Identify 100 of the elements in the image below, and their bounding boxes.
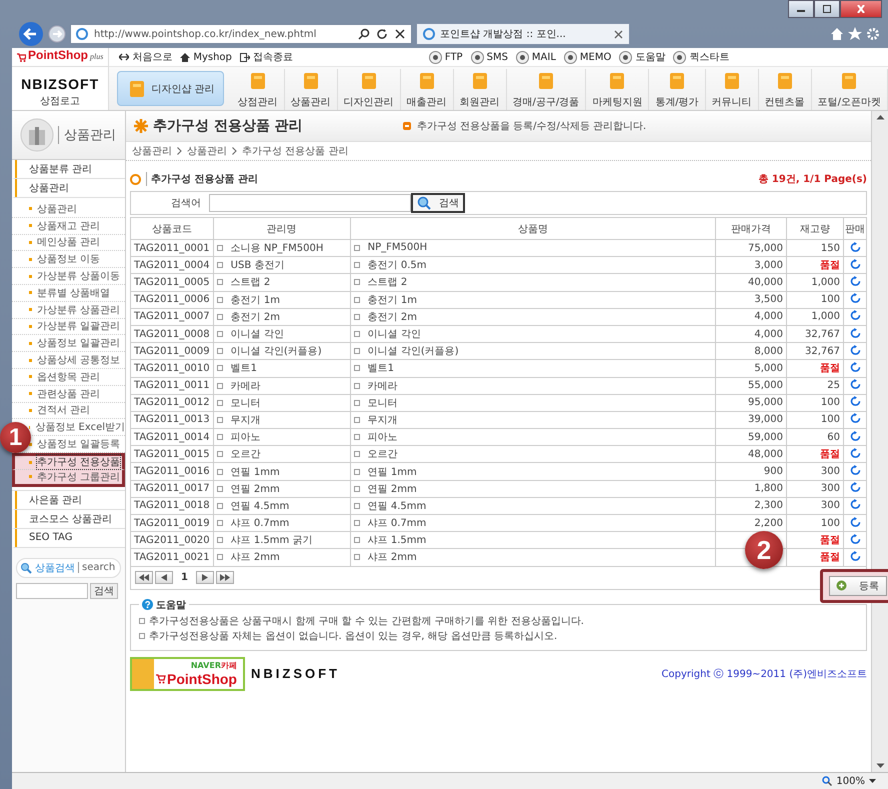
- back-button[interactable]: [18, 21, 44, 47]
- next-page-button[interactable]: [196, 571, 214, 584]
- sidebar-item[interactable]: 견적서 관리: [37, 403, 90, 418]
- table-cell: 3,500: [754, 294, 783, 306]
- up-arrow-icon[interactable]: [876, 114, 884, 120]
- table-cell[interactable]: 무지개: [354, 412, 398, 427]
- table-cell[interactable]: 연필 2mm: [354, 482, 417, 496]
- tool-link[interactable]: MEMO: [564, 50, 612, 64]
- register-button[interactable]: 등록: [829, 576, 887, 596]
- sidebar-item[interactable]: 가상분류 일괄관리: [37, 319, 120, 334]
- top-link[interactable]: 처음으로: [119, 50, 172, 64]
- sidebar-item[interactable]: 상품상세 공통정보: [37, 353, 120, 368]
- search-button[interactable]: 검색: [90, 582, 118, 599]
- table-cell[interactable]: 피아노: [354, 430, 398, 444]
- table-cell[interactable]: 이니셜 각인: [354, 327, 421, 342]
- top-link[interactable]: 접속종료: [240, 50, 293, 64]
- menu-item[interactable]: 포털/오픈마켓: [812, 69, 888, 110]
- table-cell[interactable]: 모니터: [354, 396, 398, 410]
- table-cell[interactable]: 충전기 0.5m: [354, 258, 426, 272]
- menu-item[interactable]: 컨텐츠몰: [758, 69, 812, 110]
- table-cell[interactable]: 충전기 1m: [354, 292, 417, 307]
- sidebar-item[interactable]: 상품정보 일괄등록: [37, 437, 120, 452]
- search-field[interactable]: [16, 582, 88, 599]
- address-bar[interactable]: http://www.pointshop.co.kr/index_new.phtml: [70, 24, 412, 44]
- star-icon[interactable]: [848, 27, 862, 41]
- sidebar-item[interactable]: 가상분류 상품이동: [37, 269, 120, 284]
- tool-link[interactable]: 퀵스타트: [673, 50, 730, 64]
- menu-item[interactable]: 상품관리: [284, 69, 338, 110]
- table-cell[interactable]: 충전기 2m: [354, 310, 417, 324]
- menu-item[interactable]: 경매/공구/경품: [506, 69, 586, 110]
- page-number[interactable]: 1: [175, 572, 194, 584]
- sidebar-group[interactable]: 코스모스 상품관리: [12, 510, 125, 529]
- first-page-button[interactable]: [135, 571, 153, 584]
- cafe-banner[interactable]: NAVER카페 PointShop: [130, 656, 245, 691]
- table-cell: 8,000: [754, 346, 783, 357]
- brand-logo[interactable]: PointShop: [28, 48, 88, 62]
- sidebar-group[interactable]: 상품분류 관리: [12, 160, 125, 179]
- forward-button[interactable]: [48, 25, 66, 43]
- menu-item[interactable]: 통계/평가: [649, 69, 706, 110]
- breadcrumb-item[interactable]: 상품관리: [187, 144, 227, 158]
- tool-link[interactable]: 도움말: [619, 50, 666, 64]
- table-cell: 48,000: [748, 448, 783, 460]
- top-link[interactable]: Myshop: [180, 52, 232, 62]
- last-page-button[interactable]: [216, 571, 234, 584]
- table-cell[interactable]: 벨트1: [354, 361, 394, 376]
- table-cell[interactable]: 샤프 0.7mm: [354, 516, 426, 530]
- table-cell[interactable]: 샤프 1.5mm: [354, 533, 426, 548]
- menu-item[interactable]: 디자인관리: [338, 69, 400, 110]
- settings-icon[interactable]: [866, 27, 880, 41]
- table-cell[interactable]: 카메라: [354, 378, 398, 393]
- sidebar-item[interactable]: 상품재고 관리: [37, 218, 100, 233]
- table-cell: TAG2011_0005: [134, 276, 210, 288]
- tool-link[interactable]: MAIL: [516, 50, 556, 64]
- table-cell[interactable]: 오르간: [354, 447, 398, 462]
- table-cell: 4,000: [754, 311, 783, 322]
- menu-item[interactable]: 상점관리: [232, 69, 284, 110]
- sidebar-item[interactable]: 상품관리: [37, 202, 77, 216]
- zoom-level[interactable]: 100%: [836, 776, 865, 786]
- search-icon[interactable]: [358, 28, 370, 40]
- table-cell[interactable]: 샤프 2mm: [354, 550, 417, 564]
- sidebar-item[interactable]: 상품정보 Excel받기: [35, 420, 125, 434]
- sidebar-item[interactable]: 분류별 상품배열: [37, 286, 110, 300]
- table-cell[interactable]: NP_FM500H: [354, 242, 428, 254]
- menu-item[interactable]: 회원관리: [454, 69, 506, 110]
- close-button[interactable]: [840, 0, 882, 18]
- maximize-button[interactable]: [814, 0, 840, 18]
- sidebar-item[interactable]: 메인상품 관리: [37, 235, 100, 250]
- sidebar-group[interactable]: 상품관리: [12, 179, 125, 198]
- close-icon[interactable]: [614, 30, 623, 38]
- tool-link[interactable]: FTP: [428, 50, 463, 64]
- table-cell: 품절: [820, 552, 840, 564]
- browser-tab[interactable]: 포인트샵 개발상점 :: 포인...: [416, 23, 630, 45]
- sidebar-item[interactable]: 상품정보 일괄관리: [37, 336, 120, 350]
- sidebar-item[interactable]: 관련상품 관리: [37, 386, 100, 401]
- table-cell[interactable]: 연필 1mm: [354, 464, 417, 479]
- menu-item[interactable]: 디자인샵 관리: [117, 71, 224, 106]
- sidebar-item[interactable]: 옵션항목 관리: [37, 370, 100, 384]
- breadcrumb-item[interactable]: 상품관리: [132, 144, 172, 158]
- sidebar-group[interactable]: SEO TAG: [12, 528, 125, 548]
- table-cell: TAG2011_0009: [134, 346, 210, 357]
- keyword-field[interactable]: [209, 194, 411, 212]
- sidebar-group[interactable]: 사은품 관리: [12, 490, 125, 510]
- table-cell: 1,000: [811, 311, 840, 322]
- breadcrumb-item[interactable]: 추가구성 전용상품 관리: [242, 144, 348, 158]
- down-arrow-icon[interactable]: [876, 763, 884, 769]
- sidebar-item[interactable]: 상품정보 이동: [37, 252, 100, 266]
- stop-icon[interactable]: [394, 28, 406, 40]
- refresh-icon[interactable]: [376, 28, 388, 40]
- home-icon[interactable]: [830, 27, 844, 41]
- previous-page-button[interactable]: [155, 571, 173, 584]
- minimize-button[interactable]: [788, 0, 814, 18]
- table-cell[interactable]: 연필 4.5mm: [354, 498, 426, 513]
- menu-item[interactable]: 커뮤니티: [706, 69, 759, 110]
- tool-link[interactable]: SMS: [470, 50, 508, 64]
- caret-icon[interactable]: [869, 779, 876, 783]
- table-cell[interactable]: 스트랩 2: [354, 275, 408, 290]
- search-button[interactable]: 검색: [411, 193, 465, 213]
- menu-item[interactable]: 마케팅지원: [586, 69, 650, 110]
- menu-item[interactable]: 매출관리: [400, 69, 454, 110]
- sidebar-item[interactable]: 가상분류 상품관리: [37, 302, 120, 317]
